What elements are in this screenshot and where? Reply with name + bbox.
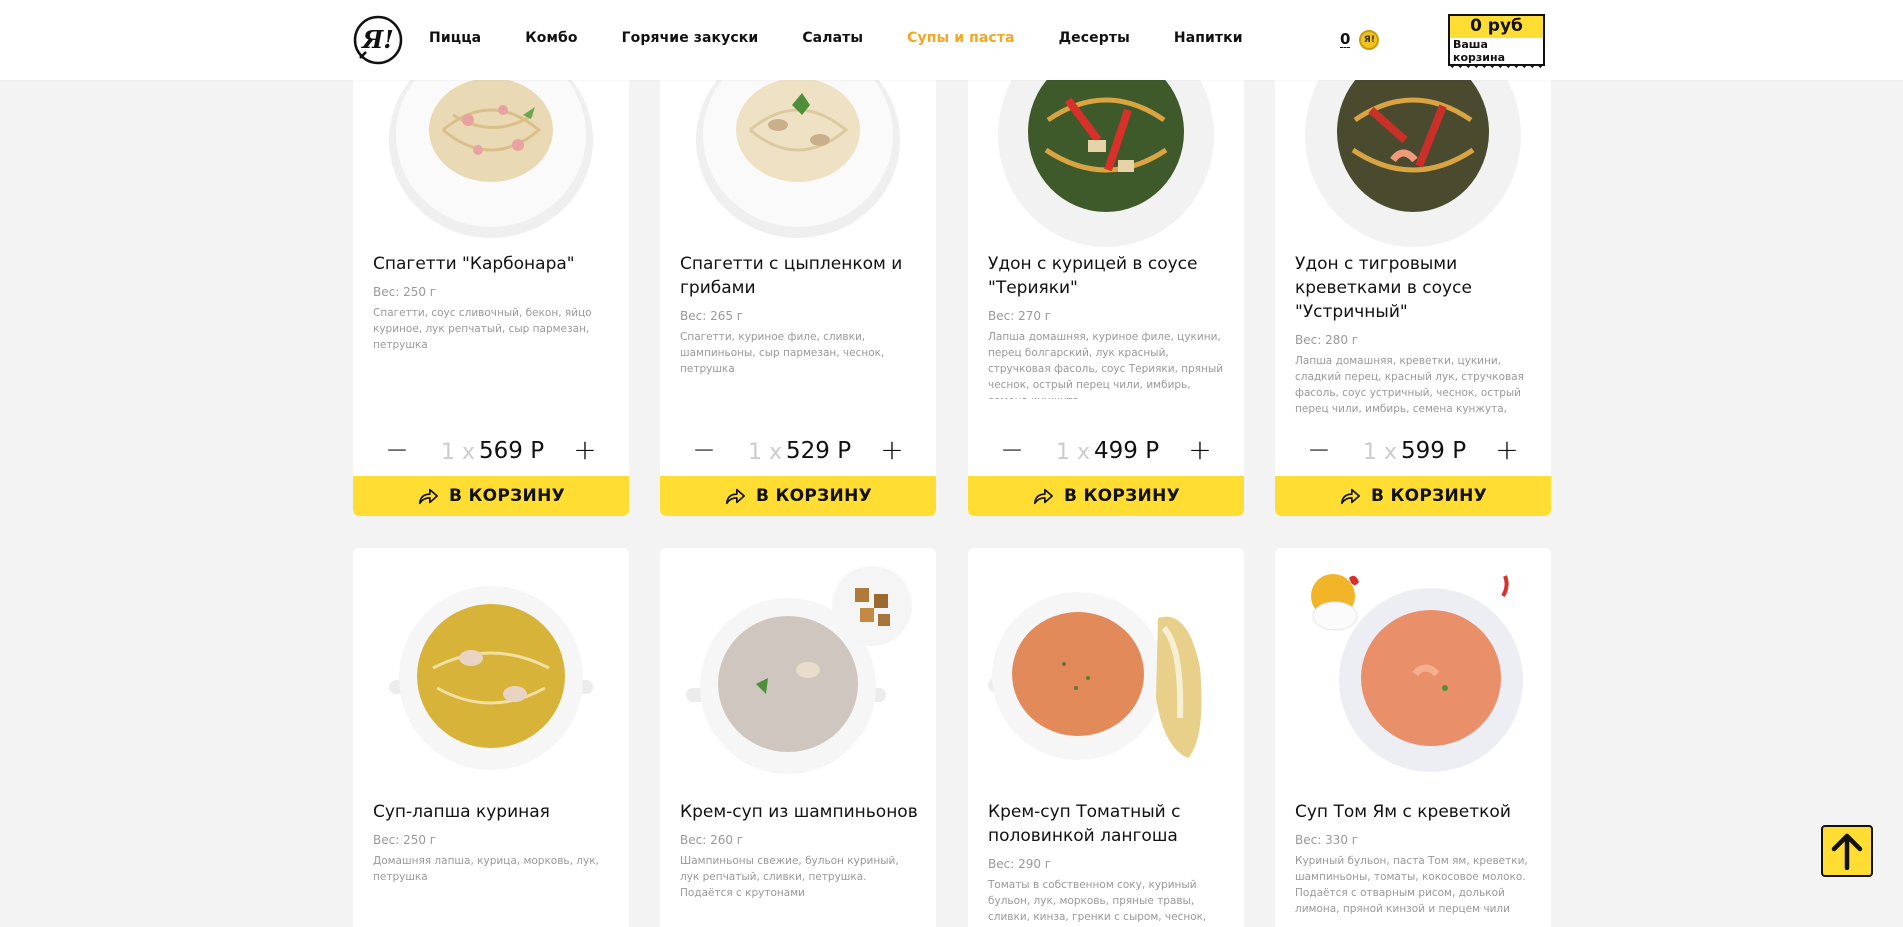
product-name: Суп Том Ям с креветкой (1295, 802, 1511, 822)
product-weight: Вес: 250 г (373, 833, 437, 847)
nav-item-drinks[interactable]: Напитки (1174, 30, 1243, 46)
product-card: Спагетти с цыпленком и грибами Вес: 265 … (660, 20, 936, 516)
add-to-cart-label: В КОРЗИНУ (448, 486, 566, 506)
header: Я! Пицца Комбо Горячие закуски Салаты Су… (0, 0, 1903, 80)
product-weight: Вес: 265 г (680, 309, 744, 323)
product-description: Куриный бульон, паста Том ям, креветки, … (1295, 855, 1528, 915)
add-to-cart-button[interactable]: В КОРЗИНУ (353, 476, 629, 516)
add-to-cart-label: В КОРЗИНУ (755, 486, 873, 506)
product-price: 529 Р (786, 438, 852, 464)
product-weight: Вес: 280 г (1295, 333, 1359, 347)
decrease-quantity-button[interactable]: − (992, 432, 1032, 472)
share-arrow-icon (1033, 488, 1053, 505)
nav-item-soups-pasta[interactable]: Супы и паста (907, 30, 1014, 46)
decrease-quantity-button[interactable]: − (377, 432, 417, 472)
product-price: 569 Р (479, 438, 545, 464)
add-to-cart-label: В КОРЗИНУ (1063, 486, 1181, 506)
product-name: Суп-лапша куриная (373, 802, 550, 822)
chicken-noodle-soup-image[interactable] (353, 548, 629, 778)
quantity: 1 x (1056, 440, 1091, 465)
decrease-quantity-button[interactable]: − (684, 432, 724, 472)
nav-item-pizza[interactable]: Пицца (429, 30, 481, 46)
mushroom-soup-image[interactable] (660, 548, 936, 778)
nav-item-salads[interactable]: Салаты (802, 30, 863, 46)
price-row: − 1 x 499 Р + (968, 432, 1244, 472)
share-arrow-icon (725, 488, 745, 505)
product-description: Шампиньоны свежие, бульон куриный, лук р… (680, 855, 899, 899)
main-nav: Пицца Комбо Горячие закуски Салаты Супы … (429, 30, 1287, 46)
add-to-cart-label: В КОРЗИНУ (1370, 486, 1488, 506)
product-name: Удон с тигровыми креветками в соусе "Уст… (1295, 254, 1472, 322)
product-name: Крем-суп из шампиньонов (680, 802, 918, 822)
coin-icon: Я! (1359, 30, 1380, 50)
increase-quantity-button[interactable]: + (1487, 432, 1527, 472)
product-name: Спагетти с цыпленком и грибами (680, 254, 903, 298)
price-row: − 1 x 569 Р + (353, 432, 629, 472)
tom-yam-soup-image[interactable] (1275, 548, 1551, 778)
nav-item-combo[interactable]: Комбо (525, 30, 577, 46)
quantity: 1 x (1363, 440, 1398, 465)
logo-text: Я! (360, 25, 394, 54)
product-card: Спагетти "Карбонара" Вес: 250 г Спагетти… (353, 20, 629, 516)
increase-quantity-button[interactable]: + (1180, 432, 1220, 472)
nav-item-hot-snacks[interactable]: Горячие закуски (622, 30, 759, 46)
price-row: − 1 x 529 Р + (660, 432, 936, 472)
product-card: Удон с тигровыми креветками в соусе "Уст… (1275, 20, 1551, 516)
product-description: Спагетти, соус сливочный, бекон, яйцо ку… (373, 307, 592, 351)
product-name: Крем-суп Томатный с половинкой лангоша (988, 802, 1181, 846)
logo-icon[interactable]: Я! (352, 14, 404, 66)
share-arrow-icon (418, 488, 438, 505)
product-name: Спагетти "Карбонара" (373, 254, 575, 274)
quantity: 1 x (441, 440, 476, 465)
product-description: Лапша домашняя, креветки, цукини, сладки… (1295, 355, 1524, 415)
product-description: Лапша домашняя, куриное филе, цукини, пе… (988, 331, 1224, 399)
scroll-to-top-button[interactable] (1821, 825, 1873, 877)
product-weight: Вес: 270 г (988, 309, 1052, 323)
product-weight: Вес: 330 г (1295, 833, 1359, 847)
add-to-cart-button[interactable]: В КОРЗИНУ (968, 476, 1244, 516)
product-card: Суп Том Ям с креветкой Вес: 330 г Курины… (1275, 548, 1551, 927)
product-name: Удон с курицей в соусе "Терияки" (988, 254, 1198, 298)
price-row: − 1 x 599 Р + (1275, 432, 1551, 472)
product-description: Томаты в собственном соку, куриный бульо… (988, 879, 1207, 923)
share-arrow-icon (1340, 488, 1360, 505)
cart-label: Ваша корзина (1450, 38, 1543, 64)
quantity: 1 x (748, 440, 783, 465)
coins-count: 0 (1340, 30, 1351, 48)
bonus-coins[interactable]: 0 Я! (1340, 30, 1380, 50)
product-card: Крем-суп Томатный с половинкой лангоша В… (968, 548, 1244, 927)
increase-quantity-button[interactable]: + (872, 432, 912, 472)
increase-quantity-button[interactable]: + (565, 432, 605, 472)
product-weight: Вес: 260 г (680, 833, 744, 847)
nav-item-desserts[interactable]: Десерты (1059, 30, 1130, 46)
product-card: Суп-лапша куриная Вес: 250 г Домашняя ла… (353, 548, 629, 927)
cart-button[interactable]: 0 руб Ваша корзина (1448, 14, 1545, 70)
arrow-up-icon (1831, 833, 1863, 870)
product-description: Домашняя лапша, курица, морковь, лук, пе… (373, 855, 599, 883)
product-card: Удон с курицей в соусе "Терияки" Вес: 27… (968, 20, 1244, 516)
product-price: 599 Р (1401, 438, 1467, 464)
cart-sum: 0 руб (1470, 16, 1523, 36)
product-weight: Вес: 290 г (988, 857, 1052, 871)
product-card: Крем-суп из шампиньонов Вес: 260 г Шампи… (660, 548, 936, 927)
add-to-cart-button[interactable]: В КОРЗИНУ (660, 476, 936, 516)
product-description: Спагетти, куриное филе, сливки, шампиньо… (680, 331, 885, 375)
product-price: 499 Р (1094, 438, 1160, 464)
tomato-soup-image[interactable] (968, 548, 1244, 778)
decrease-quantity-button[interactable]: − (1299, 432, 1339, 472)
product-weight: Вес: 250 г (373, 285, 437, 299)
add-to-cart-button[interactable]: В КОРЗИНУ (1275, 476, 1551, 516)
